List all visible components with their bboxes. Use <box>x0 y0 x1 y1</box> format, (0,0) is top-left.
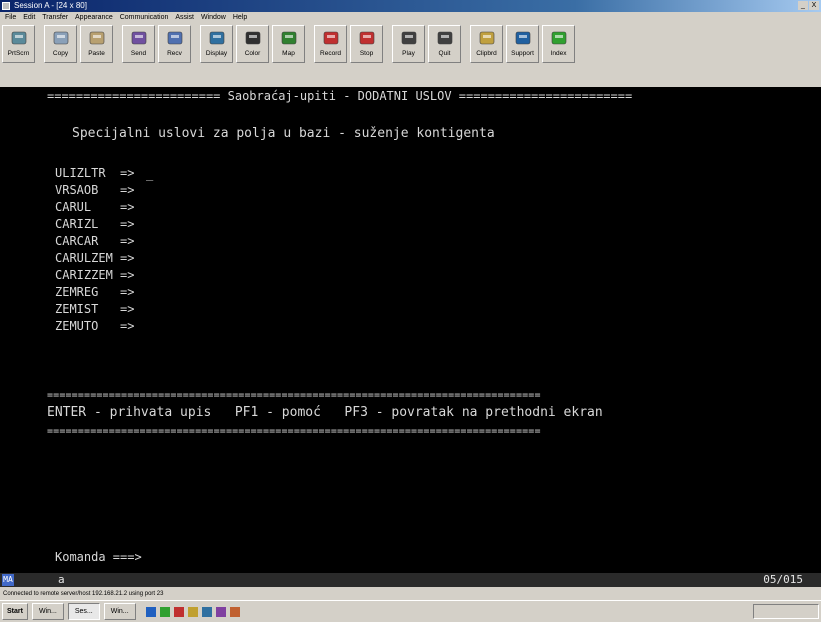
field-carcar[interactable]: CARCAR => <box>55 234 134 248</box>
session-indicator: MA <box>2 574 14 586</box>
quit-icon <box>435 29 455 47</box>
toolbar-button-label: Record <box>320 50 341 57</box>
toolbar-button-label: Quit <box>438 50 451 57</box>
operator-info-area: MA a 05/015 <box>0 573 821 587</box>
field-carul[interactable]: CARUL => <box>55 200 134 214</box>
toolbar-button-copy[interactable]: Copy <box>44 25 77 63</box>
toolbar-button-recv[interactable]: Recv <box>158 25 191 63</box>
window-controls: _ X <box>798 1 819 10</box>
menu-edit[interactable]: Edit <box>23 12 35 24</box>
send-icon <box>129 29 149 47</box>
quick-launch-icon[interactable] <box>187 606 198 617</box>
menu-transfer[interactable]: Transfer <box>42 12 68 24</box>
quick-launch-icon[interactable] <box>215 606 226 617</box>
menu-appearance[interactable]: Appearance <box>75 12 113 24</box>
menu-assist[interactable]: Assist <box>175 12 194 24</box>
separator-bottom: ========================================… <box>47 426 541 437</box>
print-screen-icon <box>9 29 29 47</box>
system-tray <box>753 604 819 619</box>
quick-launch-icon[interactable] <box>145 606 156 617</box>
field-zemist[interactable]: ZEMIST => <box>55 302 134 316</box>
toolbar-button-quit[interactable]: Quit <box>428 25 461 63</box>
function-key-help: ENTER - prihvata upis PF1 - pomoć PF3 - … <box>47 405 603 420</box>
clipboard-icon <box>477 29 497 47</box>
receive-icon <box>165 29 185 47</box>
toolbar-button-label: Play <box>402 50 415 57</box>
window-title: Session A - [24 x 80] <box>14 1 87 10</box>
color-icon <box>243 29 263 47</box>
toolbar-button-label: Clipbrd <box>476 50 497 57</box>
toolbar-button-label: Index <box>550 50 567 57</box>
toolbar-button-record[interactable]: Record <box>314 25 347 63</box>
record-icon <box>321 29 341 47</box>
toolbar-button-label: Map <box>282 50 295 57</box>
minimize-button[interactable]: _ <box>798 1 808 10</box>
menu-communication[interactable]: Communication <box>120 12 169 24</box>
map-icon <box>279 29 299 47</box>
toolbar-button-stop[interactable]: Stop <box>350 25 383 63</box>
status-bar: Connected to remote server/host 192.168.… <box>3 591 164 597</box>
toolbar-button-label: Send <box>130 50 147 57</box>
close-button[interactable]: X <box>809 1 819 10</box>
toolbar-button-label: PrtScrn <box>7 50 30 57</box>
copy-icon <box>51 29 71 47</box>
field-carizl[interactable]: CARIZL => <box>55 217 134 231</box>
toolbar-button-play[interactable]: Play <box>392 25 425 63</box>
field-vrsaob[interactable]: VRSAOB => <box>55 183 134 197</box>
terminal-screen[interactable]: ======================== Saobraćaj-upiti… <box>0 87 821 573</box>
paste-icon <box>87 29 107 47</box>
toolbar-button-label: Copy <box>52 50 69 57</box>
toolbar-button-map[interactable]: Map <box>272 25 305 63</box>
field-zemuto[interactable]: ZEMUTO => <box>55 319 134 333</box>
toolbar-button-label: Support <box>511 50 534 57</box>
quick-launch-icon[interactable] <box>201 606 212 617</box>
toolbar-button-index[interactable]: Index <box>542 25 575 63</box>
title-bar: Session A - [24 x 80] _ X <box>0 0 821 12</box>
taskbar-item-3[interactable]: Win... <box>103 603 136 620</box>
field-carulzem[interactable]: CARULZEM => <box>55 251 134 265</box>
start-button[interactable]: Start <box>2 603 28 620</box>
menu-help[interactable]: Help <box>233 12 247 24</box>
app-icon <box>2 2 10 10</box>
command-line[interactable]: Komanda ===> <box>55 550 142 564</box>
taskbar-item-2[interactable]: Ses... <box>67 603 100 620</box>
separator-top: ========================================… <box>47 390 541 401</box>
toolbar-button-send[interactable]: Send <box>122 25 155 63</box>
quick-launch-icon[interactable] <box>159 606 170 617</box>
screen-subtitle: Specijalni uslovi za polja u bazi - suže… <box>72 126 495 141</box>
toolbar-button-paste[interactable]: Paste <box>80 25 113 63</box>
toolbar-button-label: Color <box>244 50 261 57</box>
play-icon <box>399 29 419 47</box>
toolbar-button-color[interactable]: Color <box>236 25 269 63</box>
toolbar-button-display[interactable]: Display <box>200 25 233 63</box>
field-carizzem[interactable]: CARIZZEM => <box>55 268 134 282</box>
index-icon <box>549 29 569 47</box>
taskbar: Start Win... Ses... Win... <box>0 600 821 622</box>
toolbar-button-label: Display <box>205 50 228 57</box>
toolbar-button-clipbrd[interactable]: Clipbrd <box>470 25 503 63</box>
toolbar-button-label: Stop <box>359 50 374 57</box>
quick-launch <box>145 606 240 617</box>
toolbar-button-label: Recv <box>167 50 182 57</box>
toolbar-button-support[interactable]: Support <box>506 25 539 63</box>
input-cursor: _ <box>146 167 154 181</box>
quick-launch-icon[interactable] <box>229 606 240 617</box>
display-icon <box>207 29 227 47</box>
toolbar-button-label: Paste <box>88 50 105 57</box>
screen-header: ======================== Saobraćaj-upiti… <box>47 89 633 103</box>
quick-launch-icon[interactable] <box>173 606 184 617</box>
field-ulizltr[interactable]: ULIZLTR => <box>55 166 134 180</box>
taskbar-item-1[interactable]: Win... <box>31 603 64 620</box>
field-zemreg[interactable]: ZEMREG => <box>55 285 134 299</box>
support-globe-icon <box>513 29 533 47</box>
menu-window[interactable]: Window <box>201 12 226 24</box>
menu-bar: File Edit Transfer Appearance Communicat… <box>0 12 821 24</box>
menu-file[interactable]: File <box>5 12 16 24</box>
toolbar-button-prtscrn[interactable]: PrtScrn <box>2 25 35 63</box>
keyboard-status: a <box>58 573 65 586</box>
stop-icon <box>357 29 377 47</box>
toolbar: PrtScrn Copy Paste Send Recv Display Color Map R… <box>2 25 819 65</box>
cursor-position: 05/015 <box>763 573 803 586</box>
